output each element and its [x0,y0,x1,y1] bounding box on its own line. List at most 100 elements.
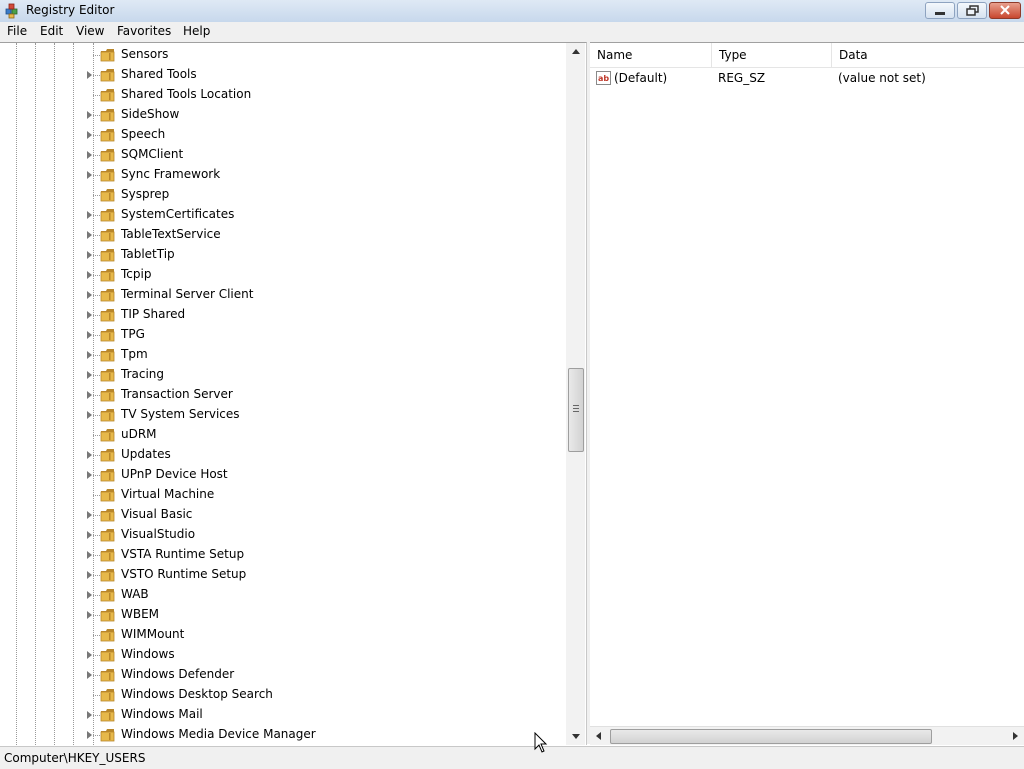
tree-item[interactable]: Sync Framework [0,165,566,185]
tree-item[interactable]: WBEM [0,605,566,625]
folder-icon [100,569,115,582]
expand-arrow-icon[interactable] [87,611,92,619]
restore-button[interactable] [957,2,987,19]
expand-arrow-icon[interactable] [87,571,92,579]
expand-arrow-icon[interactable] [87,331,92,339]
menu-edit[interactable]: Edit [40,24,63,38]
tree-item[interactable]: Windows Media Device Manager [0,725,566,745]
column-header-type[interactable]: Type [712,43,832,67]
tree-item[interactable]: WIMMount [0,625,566,645]
expand-arrow-icon[interactable] [87,271,92,279]
expand-arrow-icon[interactable] [87,231,92,239]
scroll-thumb[interactable] [568,368,584,452]
tree-item[interactable]: Tpm [0,345,566,365]
close-icon [1000,5,1010,15]
column-header-data[interactable]: Data [832,43,1024,67]
expand-arrow-icon[interactable] [87,511,92,519]
tree-item[interactable]: TV System Services [0,405,566,425]
tree-item[interactable]: Shared Tools Location [0,85,566,105]
column-header-name[interactable]: Name [590,43,712,67]
tree-item-label: Shared Tools [121,67,197,81]
tree-item[interactable]: Windows Mail [0,705,566,725]
close-button[interactable] [989,2,1021,19]
tree-item[interactable]: Speech [0,125,566,145]
tree-item[interactable]: Virtual Machine [0,485,566,505]
tree-item[interactable]: Updates [0,445,566,465]
tree-item[interactable]: uDRM [0,425,566,445]
expand-arrow-icon[interactable] [87,471,92,479]
restore-icon [966,5,979,16]
expand-arrow-icon[interactable] [87,351,92,359]
tree-item[interactable]: VisualStudio [0,525,566,545]
registry-key-tree[interactable]: Sensors Shared Tools Shared Tools Location… [0,42,587,745]
expand-arrow-icon[interactable] [87,251,92,259]
expand-arrow-icon[interactable] [87,411,92,419]
scroll-up-arrow-icon[interactable] [572,49,580,54]
expand-arrow-icon[interactable] [87,451,92,459]
folder-icon [100,509,115,522]
tree-item[interactable]: Tcpip [0,265,566,285]
values-list[interactable]: Name Type Data ab (Default) REG_SZ (valu… [590,42,1024,745]
expand-arrow-icon[interactable] [87,731,92,739]
scroll-left-arrow-icon[interactable] [596,732,601,740]
scroll-down-arrow-icon[interactable] [572,734,580,739]
tree-item[interactable]: WAB [0,585,566,605]
tree-item[interactable]: TPG [0,325,566,345]
expand-arrow-icon[interactable] [87,591,92,599]
menu-view[interactable]: View [76,24,104,38]
tree-item[interactable]: VSTO Runtime Setup [0,565,566,585]
expand-arrow-icon[interactable] [87,151,92,159]
value-row-default[interactable]: ab (Default) REG_SZ (value not set) [590,69,1024,89]
expand-arrow-icon[interactable] [87,291,92,299]
tree-item[interactable]: SystemCertificates [0,205,566,225]
tree-item-label: Tpm [121,347,148,361]
tree-item[interactable]: TabletTip [0,245,566,265]
expand-arrow-icon[interactable] [87,531,92,539]
minimize-button[interactable] [925,2,955,19]
tree-item[interactable]: Terminal Server Client [0,285,566,305]
tree-item[interactable]: Sysprep [0,185,566,205]
tree-item[interactable]: Windows Desktop Search [0,685,566,705]
expand-arrow-icon[interactable] [87,131,92,139]
expand-arrow-icon[interactable] [87,671,92,679]
tree-item[interactable]: SideShow [0,105,566,125]
tree-item[interactable]: Sensors [0,45,566,65]
tree-item[interactable]: UPnP Device Host [0,465,566,485]
tree-item[interactable]: Windows Defender [0,665,566,685]
folder-icon [100,389,115,402]
menu-favorites[interactable]: Favorites [117,24,171,38]
expand-arrow-icon[interactable] [87,711,92,719]
expand-arrow-icon[interactable] [87,171,92,179]
tree-item[interactable]: VSTA Runtime Setup [0,545,566,565]
tree-item-label: Visual Basic [121,507,193,521]
expand-arrow-icon[interactable] [87,211,92,219]
tree-item[interactable]: SQMClient [0,145,566,165]
tree-item-label: TV System Services [121,407,240,421]
scroll-right-arrow-icon[interactable] [1013,732,1018,740]
expand-arrow-icon[interactable] [87,391,92,399]
folder-icon [100,229,115,242]
tree-item[interactable]: TableTextService [0,225,566,245]
tree-item[interactable]: Shared Tools [0,65,566,85]
expand-arrow-icon[interactable] [87,551,92,559]
tree-item[interactable]: Windows [0,645,566,665]
expand-arrow-icon[interactable] [87,311,92,319]
menu-file[interactable]: File [7,24,27,38]
tree-item[interactable]: Transaction Server [0,385,566,405]
folder-icon [100,89,115,102]
tree-vertical-scrollbar[interactable] [566,43,585,745]
expand-arrow-icon[interactable] [87,651,92,659]
tree-item[interactable]: TIP Shared [0,305,566,325]
expand-arrow-icon[interactable] [87,371,92,379]
list-horizontal-scrollbar[interactable] [590,726,1024,745]
title-bar[interactable]: Registry Editor [0,0,1024,23]
expand-arrow-icon[interactable] [87,111,92,119]
folder-icon [100,289,115,302]
hscroll-thumb[interactable] [610,729,932,744]
folder-icon [100,189,115,202]
tree-item[interactable]: Tracing [0,365,566,385]
expand-arrow-icon[interactable] [87,71,92,79]
tree-item[interactable]: Visual Basic [0,505,566,525]
folder-icon [100,429,115,442]
menu-help[interactable]: Help [183,24,210,38]
